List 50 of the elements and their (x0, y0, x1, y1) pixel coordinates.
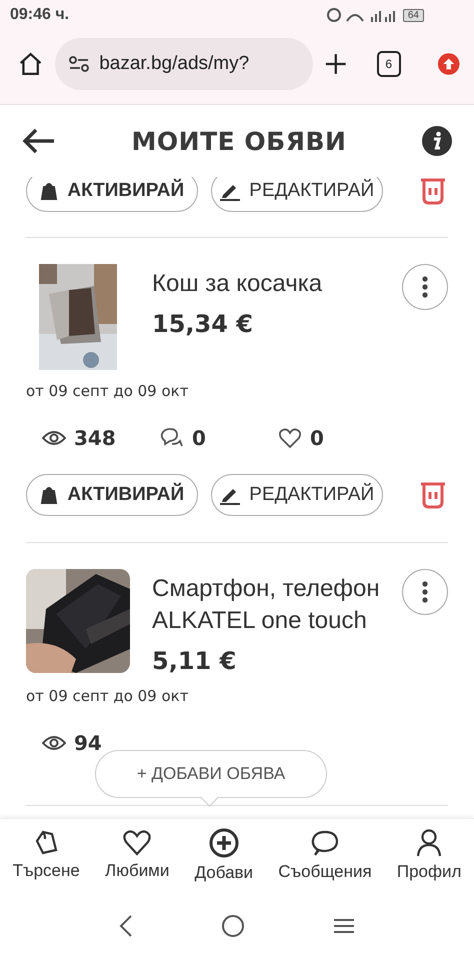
bag-icon (39, 181, 60, 201)
back-icon[interactable] (119, 914, 133, 938)
page-title: МОИТЕ ОБЯВИ (132, 126, 346, 156)
chat-icon (160, 427, 184, 449)
menu-icon[interactable] (333, 917, 355, 935)
comments-count: 0 (192, 426, 206, 450)
ad-title[interactable]: Смартфон, телефон ALKATEL one touch (152, 573, 402, 637)
trash-icon[interactable] (418, 177, 448, 206)
home-icon[interactable] (221, 914, 245, 938)
nav-tab[interactable]: Търсене (12, 829, 80, 881)
add-icon (208, 827, 240, 859)
tab-count[interactable]: 6 (376, 51, 401, 77)
add-ad-button[interactable]: + ДОБАВИ ОБЯВА (95, 750, 327, 798)
home-icon[interactable] (18, 50, 44, 78)
more-button[interactable] (402, 569, 448, 615)
address-bar[interactable]: bazar.bg/ads/my? (55, 38, 314, 90)
ad-title[interactable]: Кош за косачка (152, 268, 402, 300)
likes-count: 0 (310, 426, 324, 450)
activate-button[interactable]: АКТИВИРАЙ (26, 177, 198, 212)
plus-icon[interactable] (325, 52, 347, 76)
edit-button[interactable]: РЕДАКТИРАЙ (210, 474, 383, 516)
status-time: 09:46 ч. (10, 6, 70, 24)
nav-tab[interactable]: Профил (396, 828, 462, 882)
signal-icon (326, 7, 397, 23)
trash-icon[interactable] (418, 480, 448, 510)
eye-icon (42, 430, 66, 446)
views-count: 348 (74, 426, 116, 450)
eye-icon (42, 735, 66, 751)
info-icon[interactable] (422, 126, 452, 156)
upload-icon[interactable] (436, 51, 460, 77)
edit-button[interactable]: РЕДАКТИРАЙ (210, 177, 383, 212)
battery-level: 64 (402, 8, 424, 22)
nav-tab[interactable]: Съобщения (278, 828, 372, 882)
more-icon (422, 581, 428, 603)
tune-icon (69, 56, 90, 72)
ad-price: 5,11 € (152, 647, 238, 675)
ad-period: от 09 септ до 09 окт (26, 382, 190, 400)
user-icon (415, 828, 444, 858)
nav-tab[interactable]: Добави (194, 827, 254, 883)
nav-tab[interactable]: Любими (105, 829, 170, 881)
activate-button[interactable]: АКТИВИРАЙ (26, 474, 198, 516)
ad-price: 15,34 € (152, 310, 254, 338)
heart-icon (122, 829, 152, 857)
more-icon (422, 276, 428, 298)
ad-period: от 09 септ до 09 окт (26, 687, 190, 705)
back-arrow-icon[interactable] (22, 128, 56, 154)
bag-icon (39, 485, 60, 505)
more-button[interactable] (402, 264, 448, 310)
chat-icon (310, 828, 340, 858)
heart-icon (278, 427, 302, 449)
